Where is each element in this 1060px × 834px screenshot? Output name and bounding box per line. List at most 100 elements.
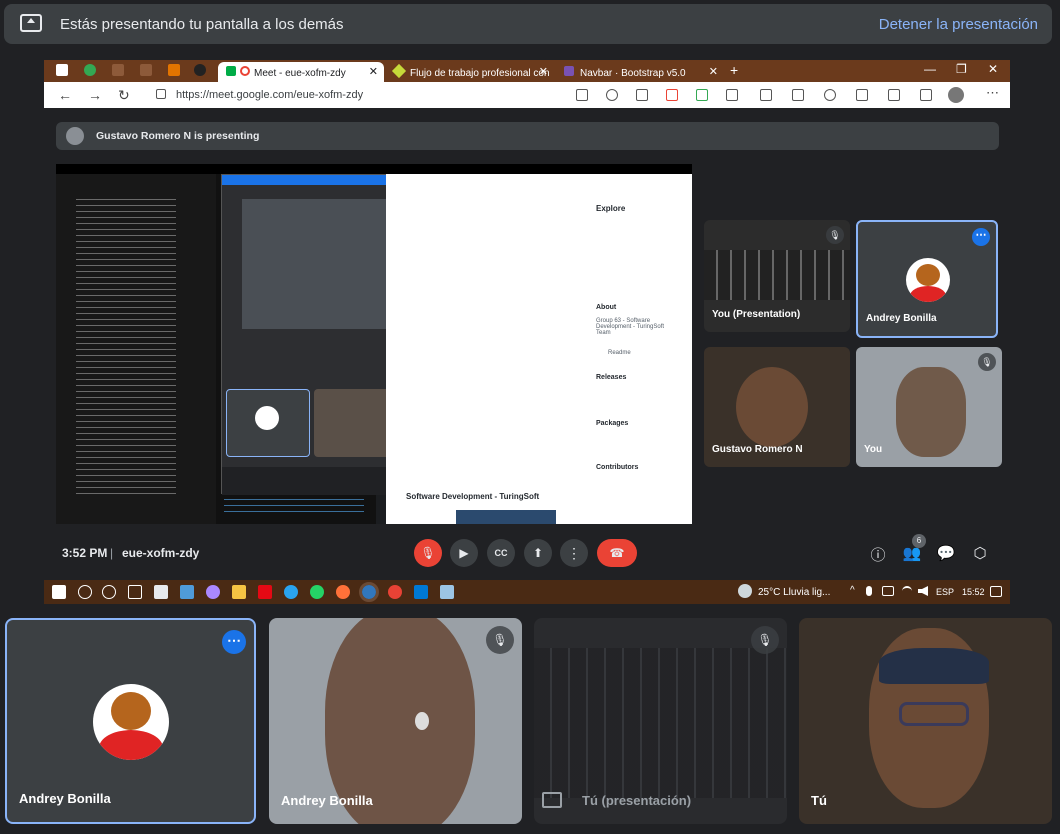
earbud xyxy=(415,712,429,730)
camera-icon[interactable] xyxy=(576,89,588,101)
whatsapp-icon[interactable] xyxy=(310,585,324,599)
participant-name: Andrey Bonilla xyxy=(281,793,373,808)
activities-icon[interactable]: ⬡ xyxy=(970,544,990,564)
restore-icon[interactable]: ❐ xyxy=(956,62,967,76)
close-icon[interactable]: ✕ xyxy=(709,65,718,78)
lock-icon[interactable] xyxy=(156,89,166,99)
tab-actions-icon[interactable] xyxy=(56,64,68,76)
tile-tu[interactable]: Tú xyxy=(799,618,1052,824)
mic-off-icon: 🎙 xyxy=(978,353,996,371)
volume-icon[interactable] xyxy=(918,586,928,596)
meeting-code: eue-xofm-zdy xyxy=(122,546,200,560)
bookmark-icon[interactable] xyxy=(168,64,180,76)
site-settings-icon[interactable] xyxy=(606,89,618,101)
weather-icon[interactable] xyxy=(738,584,752,598)
favorites-icon[interactable] xyxy=(760,89,772,101)
captions-button[interactable]: CC xyxy=(487,539,515,567)
store-icon[interactable] xyxy=(154,585,168,599)
edge-icon[interactable] xyxy=(359,582,379,602)
history-icon[interactable] xyxy=(824,89,836,101)
address-bar: ← → ↻ https://meet.google.com/eue-xofm-z… xyxy=(44,82,1010,108)
camera-button[interactable]: ▶ xyxy=(450,539,478,567)
chrome-icon[interactable] xyxy=(388,585,402,599)
extension-icon[interactable] xyxy=(84,64,96,76)
tile-presentation[interactable]: 🎙 Tú (presentación) xyxy=(534,618,787,824)
battery-icon[interactable] xyxy=(882,586,894,596)
bookmark-icon[interactable] xyxy=(140,64,152,76)
close-window-icon[interactable]: ✕ xyxy=(988,62,998,76)
tile-andrey-bonilla-video[interactable]: 🎙 Andrey Bonilla xyxy=(269,618,522,824)
info-icon[interactable]: ⓘ xyxy=(868,544,888,564)
wifi-icon[interactable] xyxy=(902,586,912,596)
browser-tab-bar: Meet - eue-xofm-zdy ✕ Flujo de trabajo pr… xyxy=(44,60,1010,82)
close-icon[interactable]: ✕ xyxy=(539,65,548,78)
side-tile-andrey[interactable]: ⋯ Andrey Bonilla xyxy=(856,220,998,338)
taskbar-clock[interactable]: 15:52 xyxy=(962,587,985,597)
more-icon[interactable]: ⋯ xyxy=(986,85,999,101)
avatar-shirt xyxy=(910,286,946,302)
chat-icon[interactable]: 💬 xyxy=(936,544,956,564)
avatar xyxy=(906,258,950,302)
nested-tile xyxy=(226,389,310,457)
more-options-button[interactable]: ⋯ xyxy=(972,228,990,246)
mail-icon[interactable] xyxy=(180,585,194,599)
netflix-icon[interactable] xyxy=(258,585,272,599)
windows-start-icon[interactable] xyxy=(52,585,66,599)
close-icon[interactable]: ✕ xyxy=(369,65,378,78)
task-view-icon[interactable] xyxy=(128,585,142,599)
extension-icon[interactable] xyxy=(666,89,678,101)
profile-avatar[interactable] xyxy=(948,87,964,103)
vscode-icon[interactable] xyxy=(414,585,428,599)
extensions-icon[interactable] xyxy=(920,89,932,101)
cortana-icon[interactable] xyxy=(102,585,116,599)
app-icon[interactable] xyxy=(206,585,220,599)
url-field[interactable]: https://meet.google.com/eue-xofm-zdy xyxy=(148,85,568,105)
present-screen-icon xyxy=(20,14,42,32)
new-tab-icon[interactable]: + xyxy=(730,62,738,78)
repo-image xyxy=(456,510,556,524)
search-icon[interactable] xyxy=(78,585,92,599)
firefox-icon[interactable] xyxy=(336,585,350,599)
telegram-icon[interactable] xyxy=(284,585,298,599)
tab-meet[interactable]: Meet - eue-xofm-zdy ✕ xyxy=(218,62,384,82)
leave-call-button[interactable]: ☎ xyxy=(597,539,637,567)
side-tile-presentation[interactable]: 🎙 You (Presentation) xyxy=(704,220,850,332)
participant-name: Tú (presentación) xyxy=(582,793,692,808)
download-icon[interactable] xyxy=(856,89,868,101)
avatar xyxy=(93,684,169,760)
reload-icon[interactable]: ↻ xyxy=(118,87,130,104)
forward-icon[interactable]: → xyxy=(88,87,102,103)
microphone-icon[interactable] xyxy=(866,586,872,596)
more-options-button[interactable]: ⋮ xyxy=(560,539,588,567)
packages-heading: Packages xyxy=(596,420,629,427)
folder-icon[interactable] xyxy=(232,585,246,599)
minimize-icon[interactable]: — xyxy=(924,62,936,76)
screenshot-icon[interactable] xyxy=(636,89,648,101)
shared-screen: Meet - eue-xofm-zdy ✕ Flujo de trabajo pr… xyxy=(44,60,1010,536)
capture-icon[interactable] xyxy=(888,89,900,101)
side-tile-you[interactable]: 🎙 You xyxy=(856,347,1002,467)
collections-icon[interactable] xyxy=(792,89,804,101)
github-icon[interactable] xyxy=(194,64,206,76)
site-icon xyxy=(391,63,407,79)
bookmark-icon[interactable] xyxy=(112,64,124,76)
more-options-button[interactable]: ⋯ xyxy=(222,630,246,654)
presenting-message: Estás presentando tu pantalla a los demá… xyxy=(60,16,344,33)
present-screen-icon xyxy=(542,792,562,808)
mic-off-button[interactable]: 🎙 xyxy=(414,539,442,567)
stop-presenting-button[interactable]: Detener la presentación xyxy=(879,16,1038,33)
app-icon[interactable] xyxy=(440,585,454,599)
tray-chevron-icon[interactable]: ^ xyxy=(850,585,855,596)
side-tile-gustavo[interactable]: Gustavo Romero N xyxy=(704,347,850,467)
extension-icon[interactable] xyxy=(696,89,708,101)
present-button[interactable]: ⬆ xyxy=(524,539,552,567)
tile-andrey-bonilla[interactable]: ⋯ Andrey Bonilla xyxy=(5,618,256,824)
tab-bootstrap[interactable]: Navbar · Bootstrap v5.0 ✕ xyxy=(556,62,724,82)
back-icon[interactable]: ← xyxy=(58,87,72,103)
puzzle-icon[interactable] xyxy=(726,89,738,101)
notifications-icon[interactable] xyxy=(990,586,1002,597)
tab-flujo[interactable]: Flujo de trabajo profesional con ✕ xyxy=(386,62,554,82)
weather-text[interactable]: 25°C Lluvia lig... xyxy=(758,587,830,598)
language-indicator[interactable]: ESP xyxy=(936,587,954,597)
mic-off-icon: 🎙 xyxy=(486,626,514,654)
